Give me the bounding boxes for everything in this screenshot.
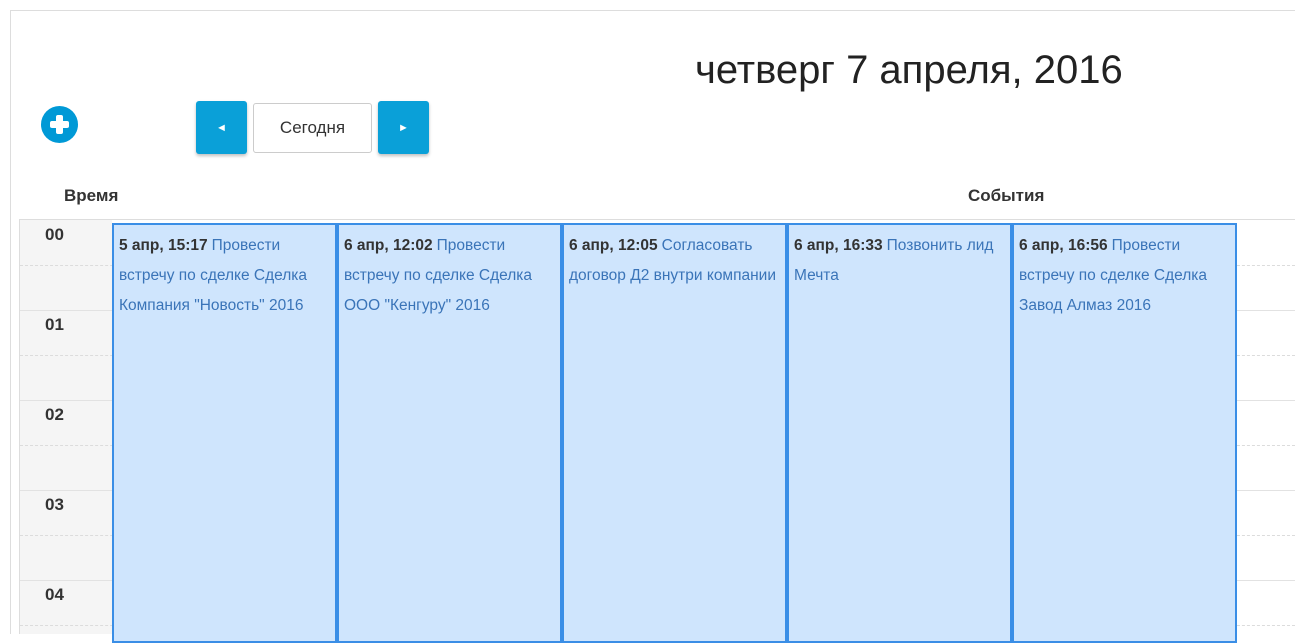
event-time: 6 апр, 16:33 [794, 237, 883, 254]
hour-label-03: 03 [45, 495, 64, 514]
next-day-button[interactable]: ► [378, 101, 429, 154]
caret-left-icon: ◄ [216, 121, 227, 134]
caret-right-icon: ► [398, 121, 409, 134]
event-time: 5 апр, 15:17 [119, 237, 208, 254]
event-card[interactable]: 6 апр, 12:02 Провести встречу по сделке С… [337, 223, 562, 643]
add-event-button[interactable] [41, 106, 78, 143]
events-column-header: События [968, 186, 1045, 205]
hour-label-00: 00 [45, 225, 64, 244]
time-column [20, 220, 112, 634]
event-card[interactable]: 6 апр, 16:33 Позвонить лид Мечта [787, 223, 1012, 643]
page-title: четверг 7 апреля, 2016 [695, 48, 1123, 92]
hour-label-04: 04 [45, 585, 64, 604]
hour-label-02: 02 [45, 405, 64, 424]
time-column-header: Время [64, 186, 119, 205]
event-time: 6 апр, 12:02 [344, 237, 433, 254]
event-card[interactable]: 5 апр, 15:17 Провести встречу по сделке С… [112, 223, 337, 643]
today-button[interactable]: Сегодня [253, 103, 372, 153]
day-grid: 00 01 02 03 04 5 апр, 15:17 Провести встр… [19, 219, 1295, 643]
event-time: 6 апр, 16:56 [1019, 237, 1108, 254]
prev-day-button[interactable]: ◄ [196, 101, 247, 154]
hour-label-01: 01 [45, 315, 64, 334]
event-time: 6 апр, 12:05 [569, 237, 658, 254]
event-card[interactable]: 6 апр, 12:05 Согласовать договор Д2 внутр… [562, 223, 787, 643]
event-card[interactable]: 6 апр, 16:56 Провести встречу по сделке С… [1012, 223, 1237, 643]
